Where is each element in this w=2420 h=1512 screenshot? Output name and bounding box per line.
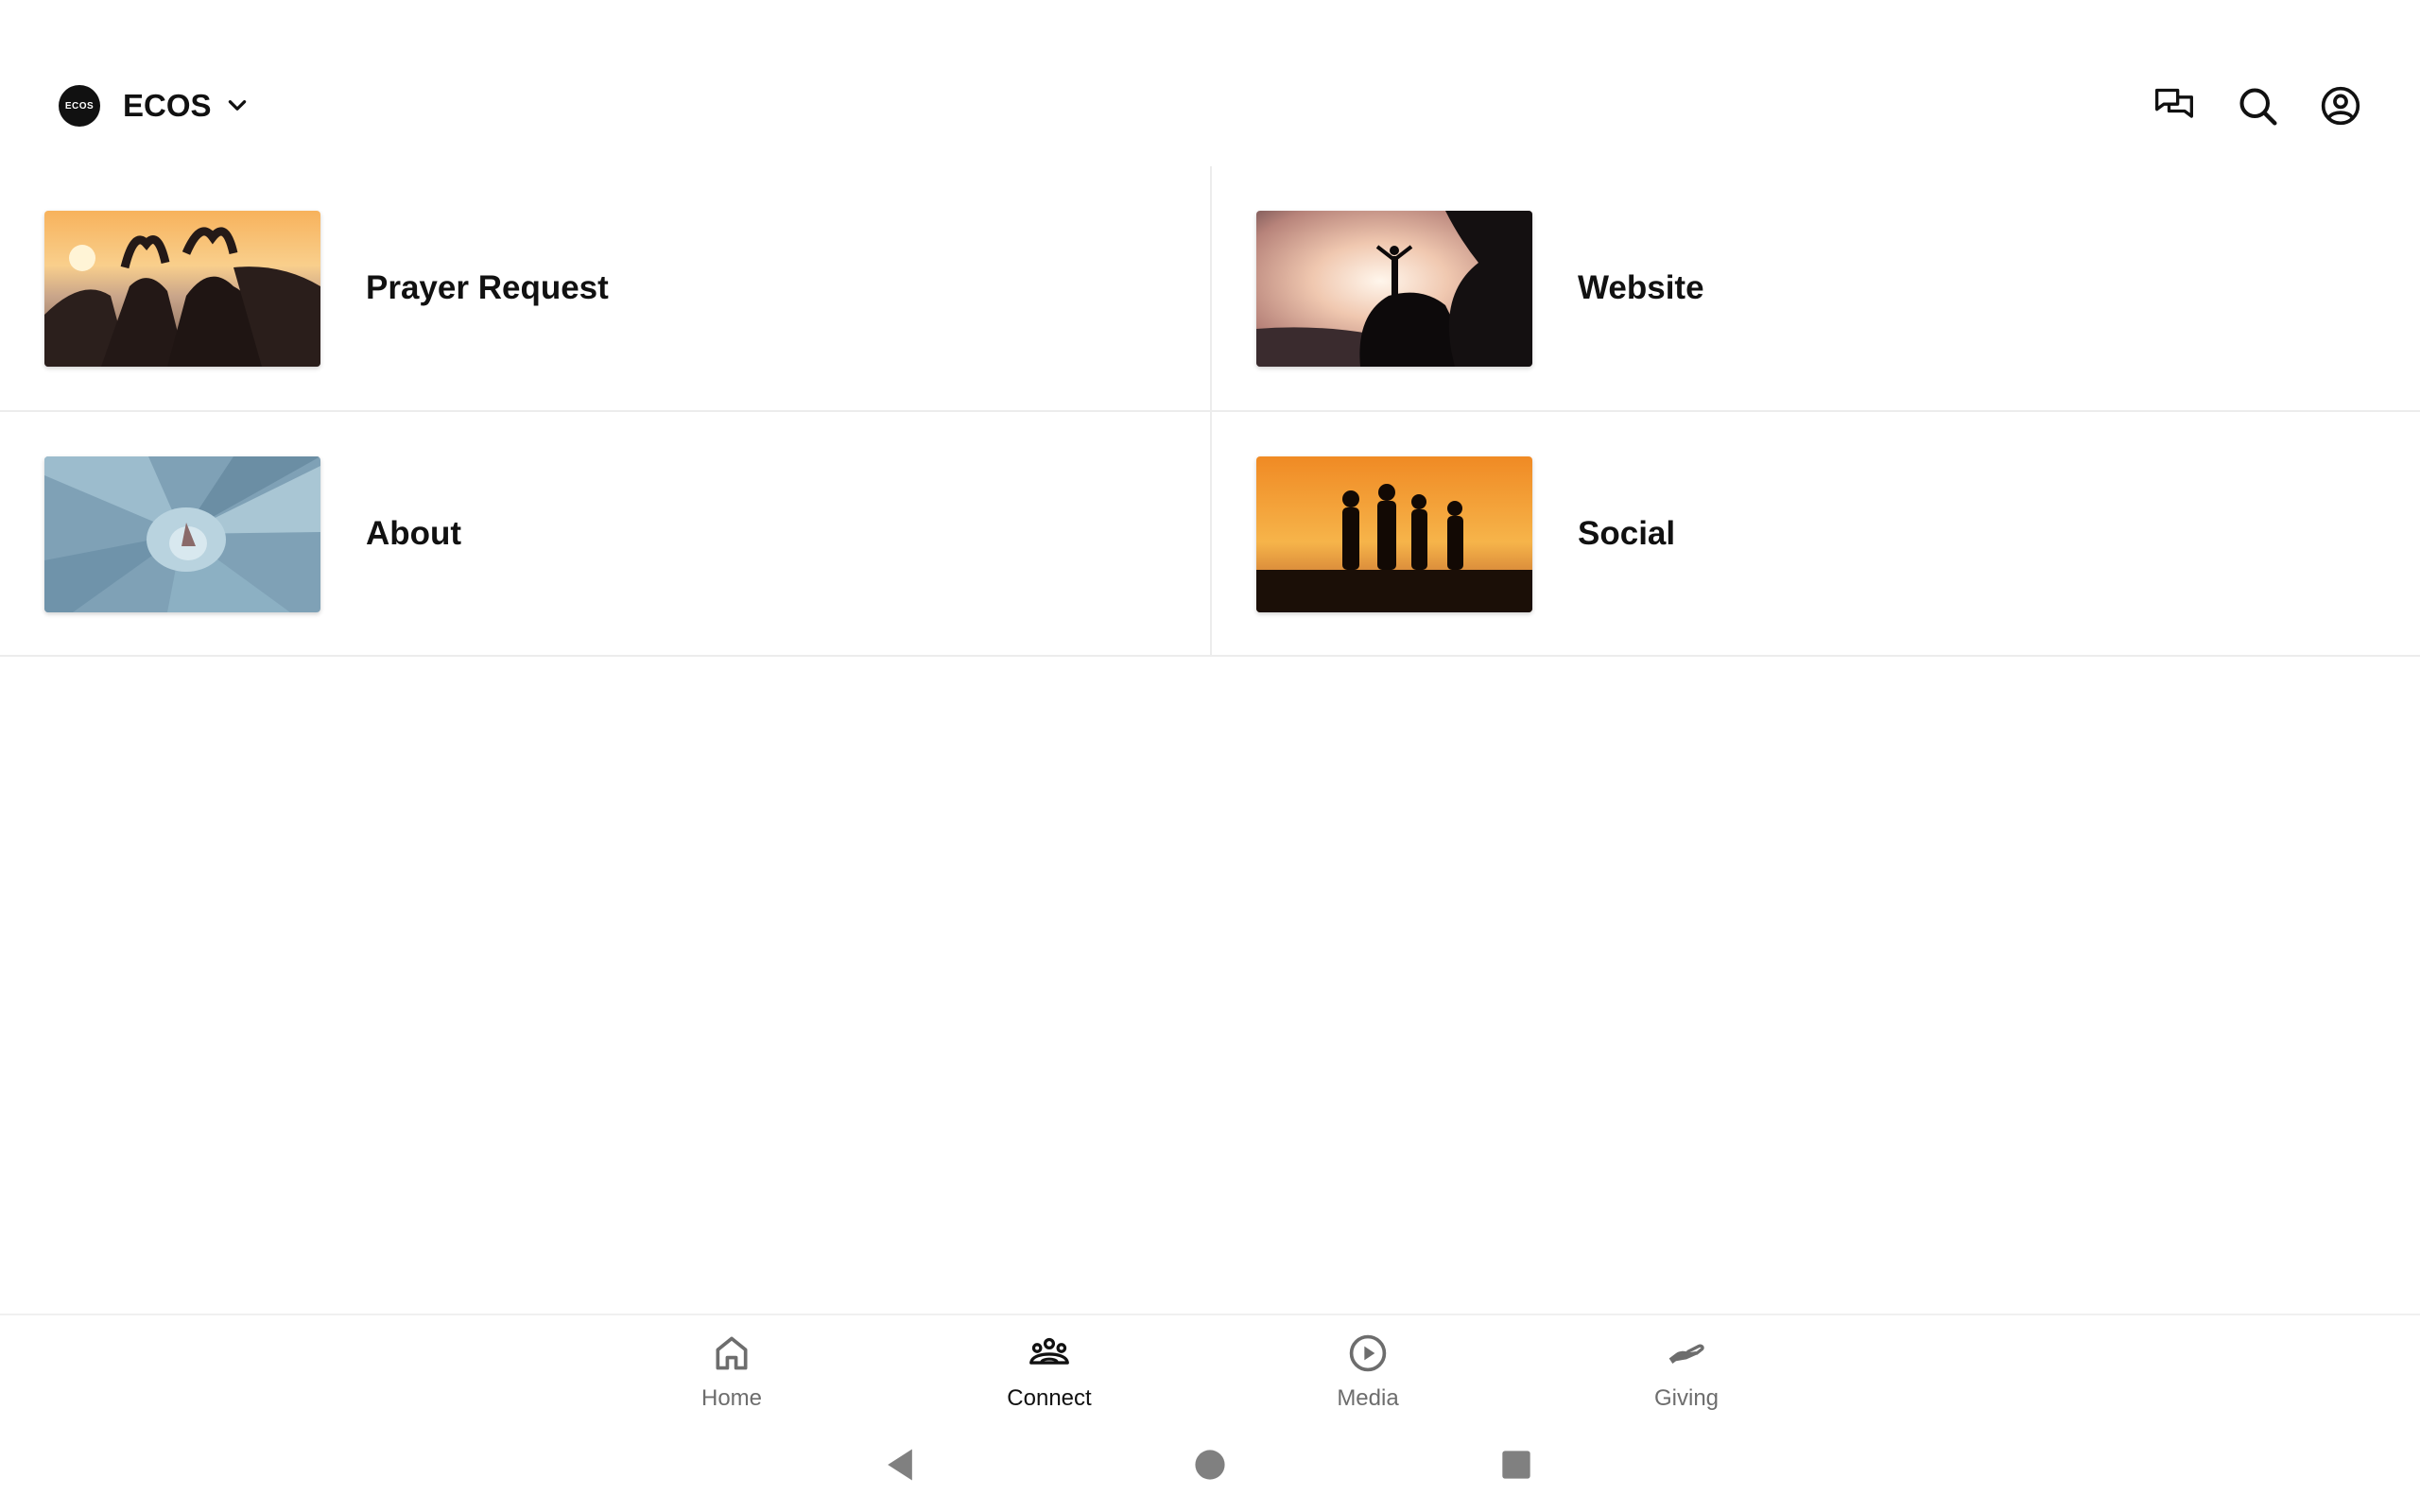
nav-home[interactable]: Home bbox=[637, 1332, 826, 1418]
card-website[interactable]: Website bbox=[1212, 166, 2420, 410]
search-icon[interactable] bbox=[2237, 85, 2278, 127]
nav-label: Giving bbox=[1653, 1385, 1720, 1411]
card-image bbox=[1256, 211, 1532, 367]
card-label: Prayer Request bbox=[366, 269, 609, 306]
nav-label: Connect bbox=[1007, 1385, 1092, 1411]
nav-label: Media bbox=[1337, 1385, 1399, 1411]
chevron-down-icon bbox=[228, 100, 246, 111]
bottom-nav: Home Connect Media Giving bbox=[0, 1314, 2420, 1418]
org-switcher[interactable]: ECOS ECOS bbox=[59, 85, 250, 127]
org-name: ECOS bbox=[123, 88, 212, 123]
card-label: About bbox=[366, 515, 462, 552]
nav-label: Home bbox=[700, 1385, 763, 1411]
card-image bbox=[44, 211, 320, 367]
play-circle-icon bbox=[1349, 1334, 1387, 1372]
back-icon[interactable] bbox=[879, 1444, 921, 1486]
card-social[interactable]: Social bbox=[1212, 412, 2420, 656]
recents-icon[interactable] bbox=[1495, 1444, 1537, 1486]
card-label: Website bbox=[1578, 269, 1704, 306]
home-circle-icon[interactable] bbox=[1189, 1444, 1231, 1486]
card-label: Social bbox=[1578, 515, 1676, 552]
card-image bbox=[1256, 456, 1532, 612]
nav-connect[interactable]: Connect bbox=[955, 1332, 1144, 1418]
org-logo: ECOS bbox=[59, 85, 100, 127]
group-icon bbox=[1029, 1337, 1069, 1365]
giving-hand-icon bbox=[1668, 1344, 1704, 1364]
chat-icon[interactable] bbox=[2153, 85, 2195, 127]
card-image bbox=[44, 456, 320, 612]
nav-giving[interactable]: Giving bbox=[1592, 1332, 1781, 1418]
home-icon bbox=[716, 1336, 748, 1370]
org-logo-text: ECOS bbox=[64, 100, 95, 112]
app-header: ECOS ECOS bbox=[0, 0, 2420, 166]
card-about[interactable]: About bbox=[0, 412, 1210, 656]
card-prayer-request[interactable]: Prayer Request bbox=[0, 166, 1210, 410]
account-icon[interactable] bbox=[2320, 85, 2361, 127]
nav-media[interactable]: Media bbox=[1273, 1332, 1462, 1418]
connect-grid: Prayer Request Website About Social bbox=[0, 166, 2420, 657]
system-nav-bar bbox=[0, 1418, 2420, 1512]
